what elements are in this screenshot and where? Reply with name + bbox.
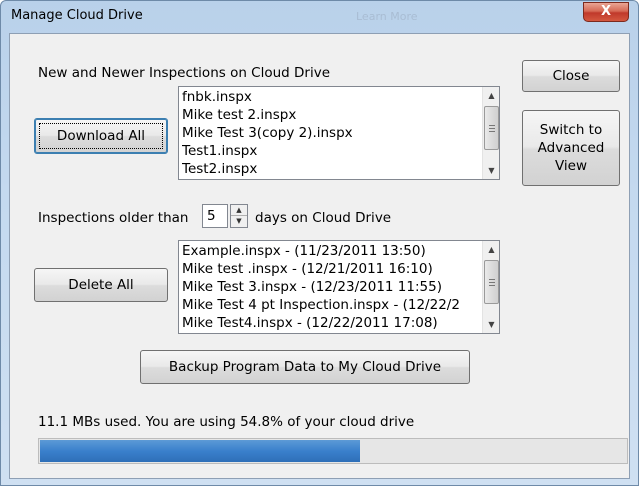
list-item[interactable]: fnbk.inspx [182, 88, 479, 106]
days-input[interactable]: 5 [202, 204, 228, 228]
new-inspections-label: New and Newer Inspections on Cloud Drive [38, 65, 331, 81]
thumb-grip [489, 279, 495, 280]
list-item[interactable]: Mike test .inspx - (12/21/2011 16:10) [182, 260, 479, 278]
background-ghost-text: Learn More [356, 10, 418, 23]
window-close-button[interactable]: X [583, 2, 629, 22]
spin-down-icon[interactable]: ▼ [231, 216, 247, 227]
thumb-grip [489, 282, 495, 283]
scroll-down-icon[interactable]: ▼ [483, 162, 499, 179]
days-suffix-label: days on Cloud Drive [255, 210, 392, 226]
older-than-label: Inspections older than [38, 210, 189, 226]
older-list-scrollbar[interactable]: ▲ ▼ [482, 241, 499, 333]
backup-label: Backup Program Data to My Cloud Drive [168, 359, 442, 375]
new-list-scrollbar[interactable]: ▲ ▼ [482, 87, 499, 179]
scroll-down-icon[interactable]: ▼ [483, 316, 499, 333]
close-icon: X [600, 4, 612, 19]
dialog-window: Manage Cloud Drive Learn More X New and … [0, 0, 639, 486]
window-title: Manage Cloud Drive [11, 8, 143, 23]
list-item[interactable]: Mike Test 3.inspx - (12/23/2011 11:55) [182, 278, 479, 296]
switch-label-line1: Switch to [539, 122, 603, 138]
dialog-client-area: New and Newer Inspections on Cloud Drive… [9, 33, 630, 479]
close-button[interactable]: Close [522, 60, 620, 92]
thumb-grip [489, 131, 495, 132]
usage-progress-bar [38, 438, 628, 464]
scroll-up-icon[interactable]: ▲ [483, 241, 499, 258]
older-inspections-list[interactable]: Example.inspx - (11/23/2011 13:50) Mike t… [178, 240, 500, 334]
usage-text: 11.1 MBs used. You are using 54.8% of yo… [38, 414, 415, 430]
scroll-thumb[interactable] [484, 260, 499, 304]
list-item[interactable]: Example.inspx - (11/23/2011 13:50) [182, 242, 479, 260]
focus-ring [39, 123, 163, 149]
list-item[interactable]: Mike test 2.inspx [182, 106, 479, 124]
list-item[interactable]: Mike Test4.inspx - (12/22/2011 17:08) [182, 314, 479, 332]
usage-progress-fill [40, 440, 361, 462]
new-inspections-list[interactable]: fnbk.inspx Mike test 2.inspx Mike Test 3(c… [178, 86, 500, 180]
thumb-grip [489, 128, 495, 129]
older-inspections-items: Example.inspx - (11/23/2011 13:50) Mike t… [182, 242, 479, 332]
scroll-thumb[interactable] [484, 106, 499, 150]
list-item[interactable]: Test2.inspx [182, 160, 479, 178]
close-label: Close [552, 68, 590, 84]
new-inspections-items: fnbk.inspx Mike test 2.inspx Mike Test 3(c… [182, 88, 479, 178]
list-item[interactable]: Test1.inspx [182, 142, 479, 160]
delete-all-button[interactable]: Delete All [34, 268, 168, 302]
thumb-grip [489, 125, 495, 126]
switch-label-line3: View [554, 158, 588, 174]
switch-advanced-view-button[interactable]: Switch to Advanced View [522, 110, 620, 186]
spin-up-icon[interactable]: ▲ [231, 205, 247, 216]
list-item[interactable]: Mike Test 4 pt Inspection.inspx - (12/22… [182, 296, 479, 314]
backup-program-data-button[interactable]: Backup Program Data to My Cloud Drive [140, 350, 470, 384]
download-all-button[interactable]: Download All [34, 118, 168, 154]
switch-label-line2: Advanced [537, 140, 605, 156]
days-stepper[interactable]: ▲ ▼ [230, 204, 248, 228]
thumb-grip [489, 285, 495, 286]
list-item[interactable]: Mike Test 3(copy 2).inspx [182, 124, 479, 142]
title-bar[interactable]: Manage Cloud Drive Learn More X [1, 1, 638, 33]
delete-all-label: Delete All [68, 277, 134, 293]
scroll-up-icon[interactable]: ▲ [483, 87, 499, 104]
